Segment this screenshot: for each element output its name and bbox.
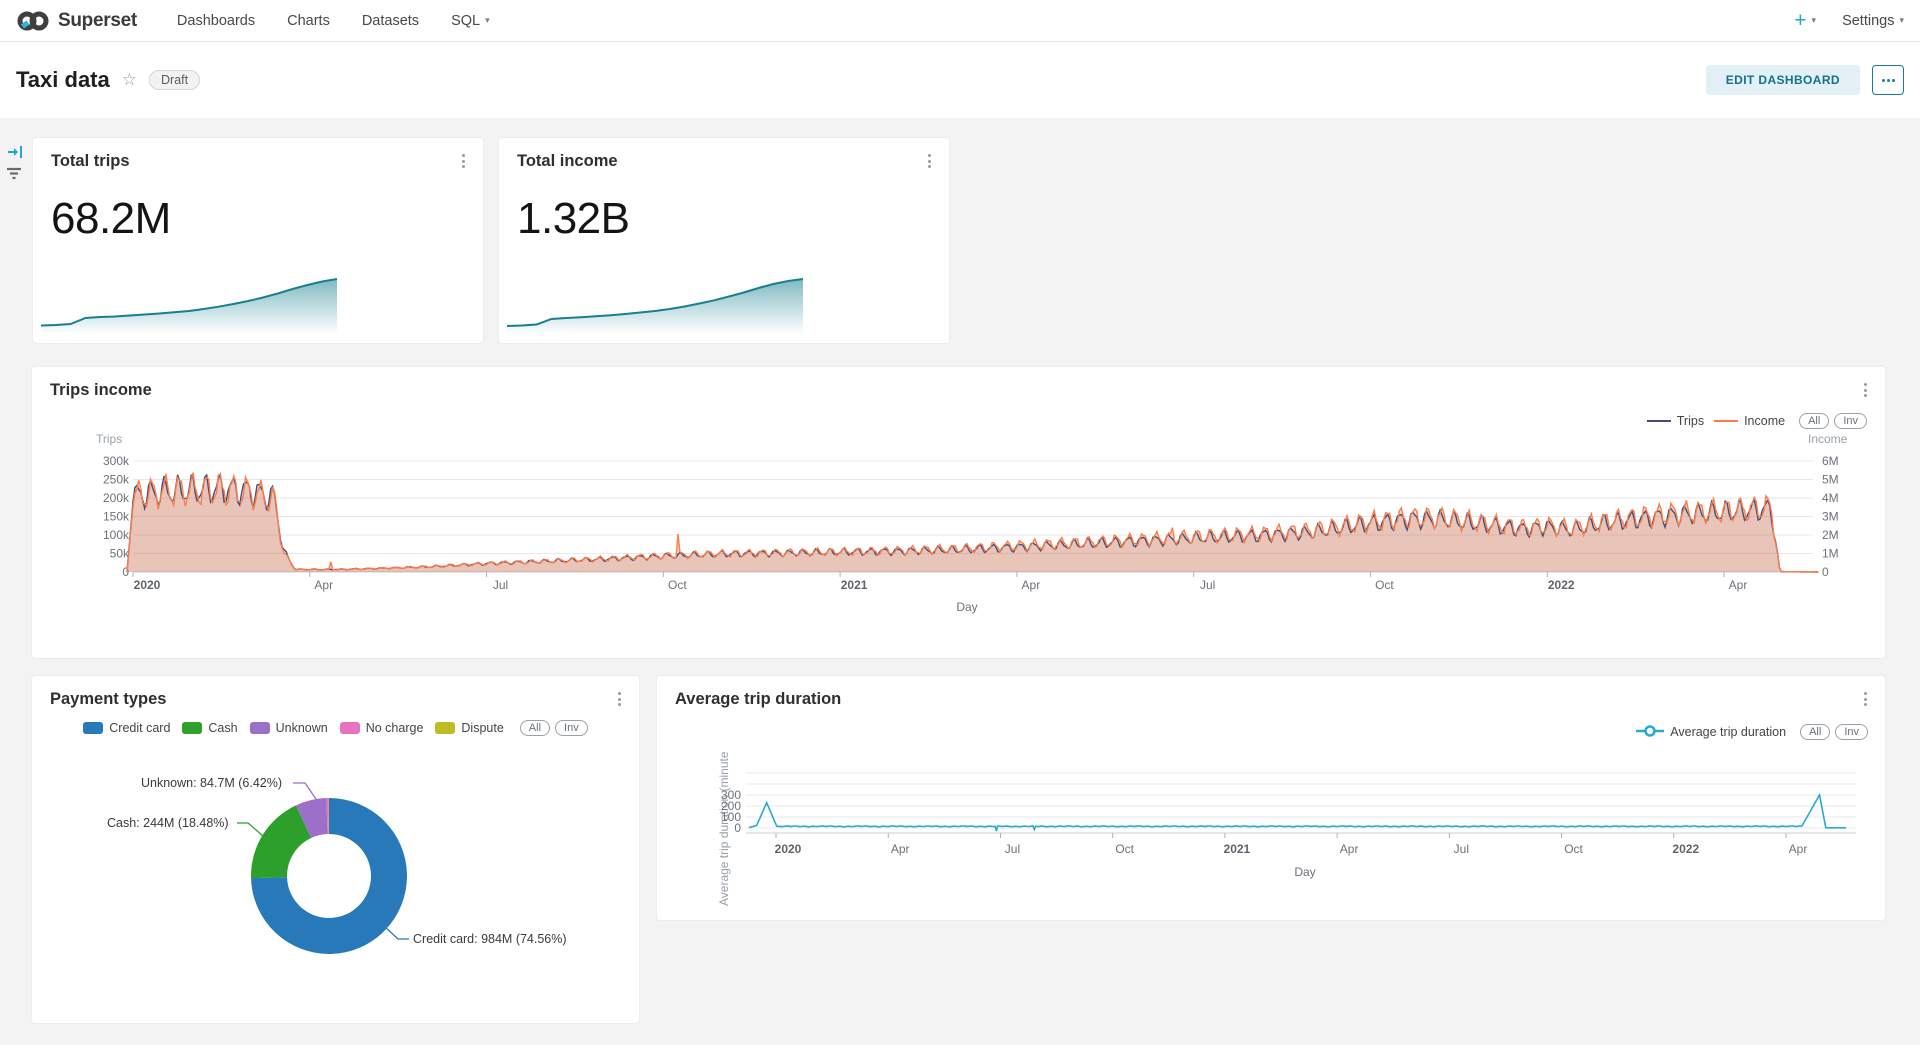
payment-types-donut-chart[interactable] [32, 676, 639, 1023]
big-number-value: 68.2M [51, 194, 171, 244]
avg-trip-duration-chart[interactable]: 01002003002020AprJulOct2021AprJulOct2022… [657, 676, 1885, 920]
total-income-card: Total income 1.32B [498, 137, 950, 344]
svg-text:Oct: Oct [1375, 578, 1394, 592]
svg-text:1M: 1M [1822, 547, 1839, 561]
settings-menu[interactable]: Settings▾ [1842, 13, 1904, 29]
svg-text:300k: 300k [103, 454, 130, 468]
svg-text:150k: 150k [103, 510, 130, 524]
svg-text:Oct: Oct [1115, 842, 1134, 856]
trips-income-panel: Trips income TripsIncomeAllInv Trips Inc… [31, 366, 1886, 659]
dashboard-titlebar: Taxi data ☆ Draft EDIT DASHBOARD [0, 42, 1920, 118]
svg-text:2020: 2020 [775, 842, 802, 856]
svg-text:2021: 2021 [1224, 842, 1251, 856]
chevron-down-icon: ▾ [1812, 15, 1817, 26]
chart-options-kebab-icon[interactable] [924, 150, 935, 172]
donut-callout-cash: Cash: 244M (18.48%) [107, 816, 229, 830]
superset-logo[interactable]: Superset [16, 9, 137, 33]
page-title: Taxi data [16, 67, 110, 93]
nav-datasets[interactable]: Datasets [346, 0, 435, 41]
trips-income-chart[interactable]: 050k100k150k200k250k300k01M2M3M4M5M6M202… [32, 367, 1885, 658]
svg-text:Jul: Jul [1005, 842, 1020, 856]
chevron-down-icon: ▾ [1899, 15, 1904, 26]
more-options-button[interactable] [1872, 65, 1904, 95]
svg-text:Jul: Jul [493, 578, 508, 592]
svg-text:250k: 250k [103, 473, 130, 487]
svg-text:Jul: Jul [1200, 578, 1215, 592]
favorite-star-icon[interactable]: ☆ [122, 70, 137, 90]
svg-text:6M: 6M [1822, 454, 1839, 468]
svg-text:Oct: Oct [668, 578, 687, 592]
navbar-right: +▾ Settings▾ [1794, 9, 1904, 33]
trend-sparkline [39, 275, 339, 337]
svg-text:300: 300 [721, 788, 741, 802]
svg-text:Apr: Apr [891, 842, 910, 856]
svg-text:50k: 50k [110, 547, 130, 561]
svg-text:Apr: Apr [1789, 842, 1808, 856]
dashboard-content: Total trips 68.2M Total income 1.32B Tri… [0, 118, 1920, 1045]
svg-text:5M: 5M [1822, 473, 1839, 487]
chart-options-kebab-icon[interactable] [458, 150, 469, 172]
nav-charts[interactable]: Charts [271, 0, 346, 41]
svg-text:Apr: Apr [314, 578, 333, 592]
svg-text:200k: 200k [103, 491, 130, 505]
total-trips-card: Total trips 68.2M [32, 137, 484, 344]
svg-text:100k: 100k [103, 528, 130, 542]
avg-trip-duration-panel: Average trip duration Average trip durat… [656, 675, 1886, 921]
svg-text:2021: 2021 [841, 578, 868, 592]
svg-text:Apr: Apr [1729, 578, 1748, 592]
svg-text:Oct: Oct [1564, 842, 1583, 856]
big-number-value: 1.32B [517, 194, 629, 244]
brand-name: Superset [58, 10, 137, 32]
nav-dashboards[interactable]: Dashboards [161, 0, 271, 41]
nav-sql[interactable]: SQL▾ [435, 0, 506, 41]
donut-callout-credit-card: Credit card: 984M (74.56%) [413, 932, 567, 946]
svg-text:3M: 3M [1822, 510, 1839, 524]
card-title: Total income [517, 152, 618, 171]
svg-text:0: 0 [1822, 565, 1829, 579]
draft-status-badge: Draft [149, 70, 200, 90]
card-title: Total trips [51, 152, 130, 171]
top-navbar: Superset Dashboards Charts Datasets SQL▾… [0, 0, 1920, 42]
svg-text:Jul: Jul [1454, 842, 1469, 856]
superset-app: Superset Dashboards Charts Datasets SQL▾… [0, 0, 1920, 1045]
svg-text:2022: 2022 [1548, 578, 1575, 592]
infinity-logo-icon [16, 9, 50, 33]
filter-icon[interactable] [6, 166, 22, 180]
titlebar-actions: EDIT DASHBOARD [1706, 65, 1904, 95]
payment-types-panel: Payment types Credit cardCashUnknownNo c… [31, 675, 640, 1024]
edit-dashboard-button[interactable]: EDIT DASHBOARD [1706, 65, 1860, 95]
svg-text:2M: 2M [1822, 528, 1839, 542]
chevron-down-icon: ▾ [485, 15, 490, 26]
svg-text:Apr: Apr [1340, 842, 1359, 856]
svg-text:Apr: Apr [1022, 578, 1041, 592]
main-nav: Dashboards Charts Datasets SQL▾ [161, 0, 506, 41]
svg-text:Day: Day [1294, 865, 1315, 879]
svg-text:Day: Day [956, 600, 977, 614]
expand-filter-bar-icon[interactable] [7, 144, 25, 160]
svg-text:4M: 4M [1822, 491, 1839, 505]
donut-callout-unknown: Unknown: 84.7M (6.42%) [141, 776, 282, 790]
trend-sparkline [505, 275, 805, 337]
new-item-button[interactable]: +▾ [1794, 9, 1816, 33]
svg-text:2022: 2022 [1672, 842, 1699, 856]
svg-text:2020: 2020 [134, 578, 161, 592]
